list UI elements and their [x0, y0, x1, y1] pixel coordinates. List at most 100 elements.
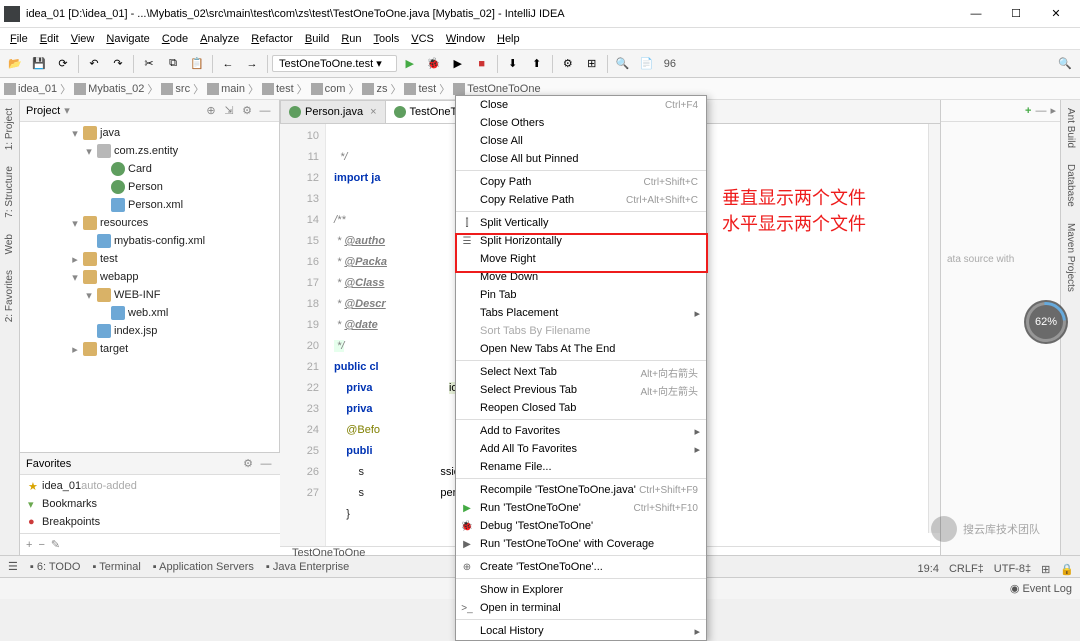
bottom-menu-icon[interactable]: ☰	[8, 560, 18, 573]
fav-edit-icon[interactable]: ✎	[51, 538, 60, 551]
minimize-button[interactable]: —	[956, 2, 996, 26]
menu-file[interactable]: File	[4, 33, 34, 45]
breadcrumb-item[interactable]: zs	[362, 83, 387, 95]
panel-settings-icon[interactable]: ⚙	[239, 103, 255, 119]
breadcrumb-item[interactable]: com	[311, 83, 346, 95]
collapse-icon[interactable]: ⇲	[221, 103, 237, 119]
editor-tab[interactable]: Person.java×	[280, 100, 386, 123]
menu-vcs[interactable]: VCS	[405, 33, 440, 45]
redo-icon[interactable]: ↷	[107, 53, 129, 75]
side-tab[interactable]: 1: Project	[2, 100, 17, 158]
tree-item[interactable]: web.xml	[20, 304, 279, 322]
menu-item[interactable]: Local History▸	[456, 622, 706, 640]
close-button[interactable]: ✕	[1036, 2, 1076, 26]
side-tab[interactable]: Database	[1063, 156, 1078, 215]
tree-item[interactable]: ▾webapp	[20, 268, 279, 286]
menu-item[interactable]: Recompile 'TestOneToOne.java'Ctrl+Shift+…	[456, 481, 706, 499]
save-icon[interactable]: 💾	[28, 53, 50, 75]
bottom-tab[interactable]: ▪ Java Enterprise	[266, 561, 349, 573]
menu-run[interactable]: Run	[335, 33, 367, 45]
menu-item[interactable]: Select Next TabAlt+向右箭头	[456, 363, 706, 381]
menu-item[interactable]: 🐞Debug 'TestOneToOne'	[456, 517, 706, 535]
misc-icon[interactable]: 📄	[636, 53, 658, 75]
side-tab[interactable]: Ant Build	[1063, 100, 1078, 156]
menu-item[interactable]: ▶Run 'TestOneToOne'Ctrl+Shift+F10	[456, 499, 706, 517]
ins-mode[interactable]: ⊞	[1041, 563, 1050, 576]
breadcrumb-item[interactable]: main	[207, 83, 245, 95]
menu-item[interactable]: ⫿Split Vertically	[456, 214, 706, 232]
breadcrumb-item[interactable]: idea_01	[4, 83, 57, 95]
tree-item[interactable]: Card	[20, 160, 279, 178]
menu-item[interactable]: ⊕Create 'TestOneToOne'...	[456, 558, 706, 576]
tree-item[interactable]: ▾java	[20, 124, 279, 142]
menu-item[interactable]: ☰Split Horizontally	[456, 232, 706, 250]
menu-build[interactable]: Build	[299, 33, 335, 45]
search-everywhere-icon[interactable]: 🔍	[1054, 53, 1076, 75]
fav-hide-icon[interactable]: —	[258, 456, 274, 472]
search-icon[interactable]: 🔍	[612, 53, 634, 75]
vcs-icon[interactable]: ⬇	[502, 53, 524, 75]
vcs-push-icon[interactable]: ⬆	[526, 53, 548, 75]
tree-item[interactable]: ▾com.zs.entity	[20, 142, 279, 160]
menu-item[interactable]: Rename File...	[456, 458, 706, 476]
fav-settings-icon[interactable]: ⚙	[240, 456, 256, 472]
hide-panel-icon[interactable]: —	[257, 103, 273, 119]
menu-edit[interactable]: Edit	[34, 33, 65, 45]
editor-scrollbar[interactable]	[928, 124, 940, 533]
maximize-button[interactable]: ☐	[996, 2, 1036, 26]
menu-item[interactable]: Copy PathCtrl+Shift+C	[456, 173, 706, 191]
menu-item[interactable]: Move Down	[456, 268, 706, 286]
menu-item[interactable]: Close Others	[456, 114, 706, 132]
side-tab[interactable]: 7: Structure	[2, 158, 17, 226]
breadcrumb-item[interactable]: Mybatis_02	[74, 83, 144, 95]
run-config-combo[interactable]: TestOneToOne.test ▾	[272, 55, 397, 72]
menu-item[interactable]: Add to Favorites▸	[456, 422, 706, 440]
menu-item[interactable]: Tabs Placement▸	[456, 304, 706, 322]
tree-item[interactable]: ▾WEB-INF	[20, 286, 279, 304]
side-tab[interactable]: Web	[2, 226, 17, 262]
locate-icon[interactable]: ⊕	[203, 103, 219, 119]
menu-analyze[interactable]: Analyze	[194, 33, 245, 45]
menu-item[interactable]: ▶Run 'TestOneToOne' with Coverage	[456, 535, 706, 553]
run-icon[interactable]: ▶	[399, 53, 421, 75]
coverage-icon[interactable]: ▶	[447, 53, 469, 75]
menu-item[interactable]: Close All but Pinned	[456, 150, 706, 168]
menu-code[interactable]: Code	[156, 33, 194, 45]
menu-refactor[interactable]: Refactor	[245, 33, 299, 45]
menu-help[interactable]: Help	[491, 33, 526, 45]
menu-item[interactable]: Add All To Favorites▸	[456, 440, 706, 458]
project-tree[interactable]: ▾java▾com.zs.entityCardPersonPerson.xml▾…	[20, 122, 279, 452]
favorite-item[interactable]: ★idea_01 auto-added	[20, 477, 280, 495]
tree-item[interactable]: mybatis-config.xml	[20, 232, 279, 250]
tree-item[interactable]: ▸test	[20, 250, 279, 268]
tree-item[interactable]: ▾resources	[20, 214, 279, 232]
fav-remove-icon[interactable]: −	[38, 539, 44, 551]
menu-item[interactable]: Close All	[456, 132, 706, 150]
menu-item[interactable]: Open New Tabs At The End	[456, 340, 706, 358]
favorite-item[interactable]: ▾Bookmarks	[20, 495, 280, 513]
side-tab[interactable]: 2: Favorites	[2, 262, 17, 330]
tree-item[interactable]: index.jsp	[20, 322, 279, 340]
encoding[interactable]: UTF-8‡	[994, 563, 1031, 576]
breadcrumb-item[interactable]: test	[262, 83, 294, 95]
undo-icon[interactable]: ↶	[83, 53, 105, 75]
breadcrumb-item[interactable]: src	[161, 83, 190, 95]
event-log-link[interactable]: ◉ Event Log	[1010, 582, 1072, 595]
copy-icon[interactable]: ⧉	[162, 53, 184, 75]
right-minus-icon[interactable]: —	[1035, 105, 1046, 117]
bottom-tab[interactable]: ▪ Application Servers	[153, 561, 254, 573]
line-ending[interactable]: CRLF‡	[949, 563, 984, 576]
favorite-item[interactable]: ●Breakpoints	[20, 513, 280, 531]
menu-item[interactable]: >_Open in terminal	[456, 599, 706, 617]
menu-item[interactable]: Show in Explorer	[456, 581, 706, 599]
menu-window[interactable]: Window	[440, 33, 491, 45]
back-icon[interactable]: ←	[217, 53, 239, 75]
right-hide-icon[interactable]: ▸	[1050, 104, 1056, 117]
menu-view[interactable]: View	[65, 33, 101, 45]
right-add-icon[interactable]: +	[1025, 105, 1031, 117]
paste-icon[interactable]: 📋	[186, 53, 208, 75]
cut-icon[interactable]: ✂	[138, 53, 160, 75]
menu-item[interactable]: Move Right	[456, 250, 706, 268]
menu-item[interactable]: Pin Tab	[456, 286, 706, 304]
refresh-icon[interactable]: ⟳	[52, 53, 74, 75]
